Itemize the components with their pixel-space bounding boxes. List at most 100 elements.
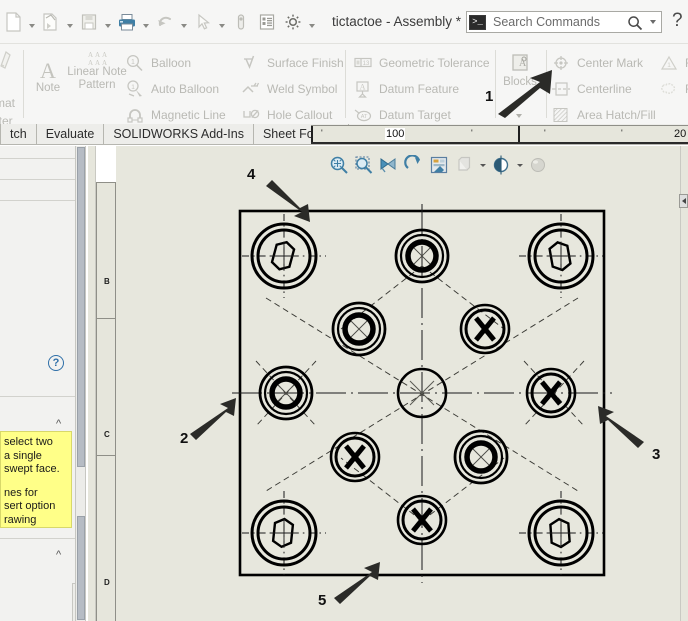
magnetic-line-label: Magnetic Line — [151, 108, 226, 122]
panel-collapse-tab[interactable] — [679, 194, 688, 208]
svg-text:1: 1 — [131, 59, 135, 66]
drawing-view-geometry[interactable] — [116, 146, 688, 621]
tab-evaluate[interactable]: Evaluate — [36, 124, 105, 144]
scrollbar-thumb-lower[interactable] — [77, 516, 85, 620]
vertical-ruler[interactable]: B C D — [96, 182, 116, 621]
tooltip-line-1: select two — [4, 436, 53, 448]
panel-help-icon[interactable]: ? — [48, 355, 64, 371]
svg-text:1: 1 — [667, 62, 671, 69]
save-document-button[interactable] — [76, 7, 102, 37]
svg-text:A: A — [88, 59, 93, 66]
title-bar: tictactoe - Assembly * >_ Search Command… — [0, 0, 688, 44]
magnetic-line-icon — [124, 105, 146, 124]
save-document-caret[interactable] — [102, 7, 114, 37]
help-button[interactable]: ? — [672, 10, 683, 32]
datum-feature-label: Datum Feature — [379, 82, 460, 96]
search-input-placeholder[interactable]: Search Commands — [493, 15, 600, 29]
geometric-tolerance-icon: 13 — [352, 53, 374, 73]
callout-arrow-1 — [498, 70, 552, 118]
callout-number-4: 4 — [247, 166, 256, 183]
print-document-caret[interactable] — [140, 7, 152, 37]
print-document-button[interactable] — [114, 7, 140, 37]
solidworks-window: tictactoe - Assembly * >_ Search Command… — [0, 0, 688, 621]
undo-button[interactable] — [152, 7, 178, 37]
svg-text:13: 13 — [363, 61, 370, 67]
ruler-zone-label-c: C — [104, 430, 110, 439]
search-commands-box[interactable]: >_ Search Commands — [466, 11, 662, 33]
datum-feature-button[interactable]: A Datum Feature — [352, 78, 459, 100]
section-collapse-chevron-1[interactable]: ^ — [56, 418, 61, 430]
balloon-button[interactable]: 1 Balloon — [124, 52, 191, 74]
ribbon-separator — [345, 50, 346, 118]
ruler-zone-label-b: B — [104, 277, 110, 286]
callout-number-3: 3 — [652, 446, 661, 463]
callout-arrow-2 — [190, 398, 236, 440]
tooltip-line-2: a single — [4, 449, 42, 462]
magnetic-line-button[interactable]: Magnetic Line — [124, 104, 226, 124]
select-cursor-button[interactable] — [190, 7, 216, 37]
balloon-label: Balloon — [151, 56, 192, 70]
hole-callout-button[interactable]: Hole Callout — [240, 104, 332, 124]
new-document-button[interactable] — [0, 7, 26, 37]
svg-text:A: A — [88, 51, 93, 59]
svg-text:A: A — [102, 51, 107, 59]
property-panel-scrollbar[interactable] — [76, 146, 86, 621]
tab-solidworks-addins[interactable]: SOLIDWORKS Add-Ins — [104, 124, 254, 144]
piece-mid-upperleft[interactable] — [331, 301, 387, 357]
hole-callout-icon — [240, 105, 262, 124]
revision-cloud-button[interactable]: R — [658, 78, 688, 100]
open-document-caret[interactable] — [64, 7, 76, 37]
drawing-canvas[interactable]: 2 3 4 5 — [116, 146, 688, 621]
datum-target-label: Datum Target — [379, 108, 451, 122]
ribbon-clipped-label-center[interactable]: nter — [0, 110, 13, 124]
datum-target-icon: AT — [352, 105, 374, 124]
datum-target-button[interactable]: AT Datum Target — [352, 104, 451, 124]
gear-icon[interactable] — [280, 7, 306, 37]
callout-arrow-4 — [266, 180, 310, 222]
surface-finish-label: Surface Finish — [267, 56, 344, 70]
ribbon-separator — [23, 50, 24, 118]
weld-symbol-button[interactable]: Weld Symbol — [240, 78, 337, 100]
surface-finish-button[interactable]: Surface Finish — [240, 52, 344, 74]
open-document-button[interactable] — [38, 7, 64, 37]
revision-symbol-button[interactable]: 1 R — [658, 52, 688, 74]
ruler-zone-divider — [311, 126, 313, 142]
document-title: tictactoe - Assembly * — [332, 14, 462, 29]
callout-number-5: 5 — [318, 592, 327, 609]
svg-text:1: 1 — [131, 84, 135, 91]
geometric-tolerance-button[interactable]: 13 Geometric Tolerance — [352, 52, 490, 74]
weld-symbol-icon — [240, 79, 262, 99]
panel-divider — [0, 179, 75, 180]
new-document-caret[interactable] — [26, 7, 38, 37]
callout-number-1: 1 — [485, 88, 494, 105]
horizontal-ruler[interactable]: ' ' ' ' 100 20 — [311, 125, 688, 144]
search-dropdown-caret[interactable] — [650, 20, 656, 24]
tooltip-line-4: nes for — [4, 486, 38, 499]
scrollbar-thumb-upper[interactable] — [77, 147, 85, 467]
ruler-tick: ' — [321, 128, 323, 138]
select-cursor-caret[interactable] — [216, 7, 228, 37]
vertical-ruler-gutter — [88, 146, 96, 621]
panel-divider — [0, 396, 75, 397]
auto-balloon-button[interactable]: 1 Auto Balloon — [124, 78, 219, 100]
piece-mid-upperright[interactable] — [459, 303, 511, 355]
svg-text:A: A — [95, 59, 100, 66]
panel-divider — [0, 158, 75, 159]
property-manager-panel: ? ^ select two a single swept face. nes … — [0, 146, 76, 621]
quick-access-toolbar — [0, 0, 318, 44]
ruler-zone-divider — [518, 126, 520, 142]
measure-button[interactable] — [228, 7, 254, 37]
revision-symbol-icon: 1 — [658, 53, 680, 73]
svg-text:A: A — [360, 83, 366, 92]
section-collapse-chevron-2[interactable]: ^ — [56, 549, 61, 561]
ruler-tick: ' — [471, 128, 473, 138]
options-caret[interactable] — [306, 7, 318, 37]
weld-symbol-label: Weld Symbol — [267, 82, 338, 96]
search-icon[interactable] — [627, 15, 643, 31]
piece-mid-lowerleft[interactable] — [329, 431, 381, 483]
tooltip-line-5: sert option — [4, 500, 56, 512]
tab-sketch[interactable]: tch — [0, 124, 37, 144]
properties-panel-button[interactable] — [254, 7, 280, 37]
note-pattern-icon: AAA AAA — [88, 51, 107, 66]
undo-caret[interactable] — [178, 7, 190, 37]
